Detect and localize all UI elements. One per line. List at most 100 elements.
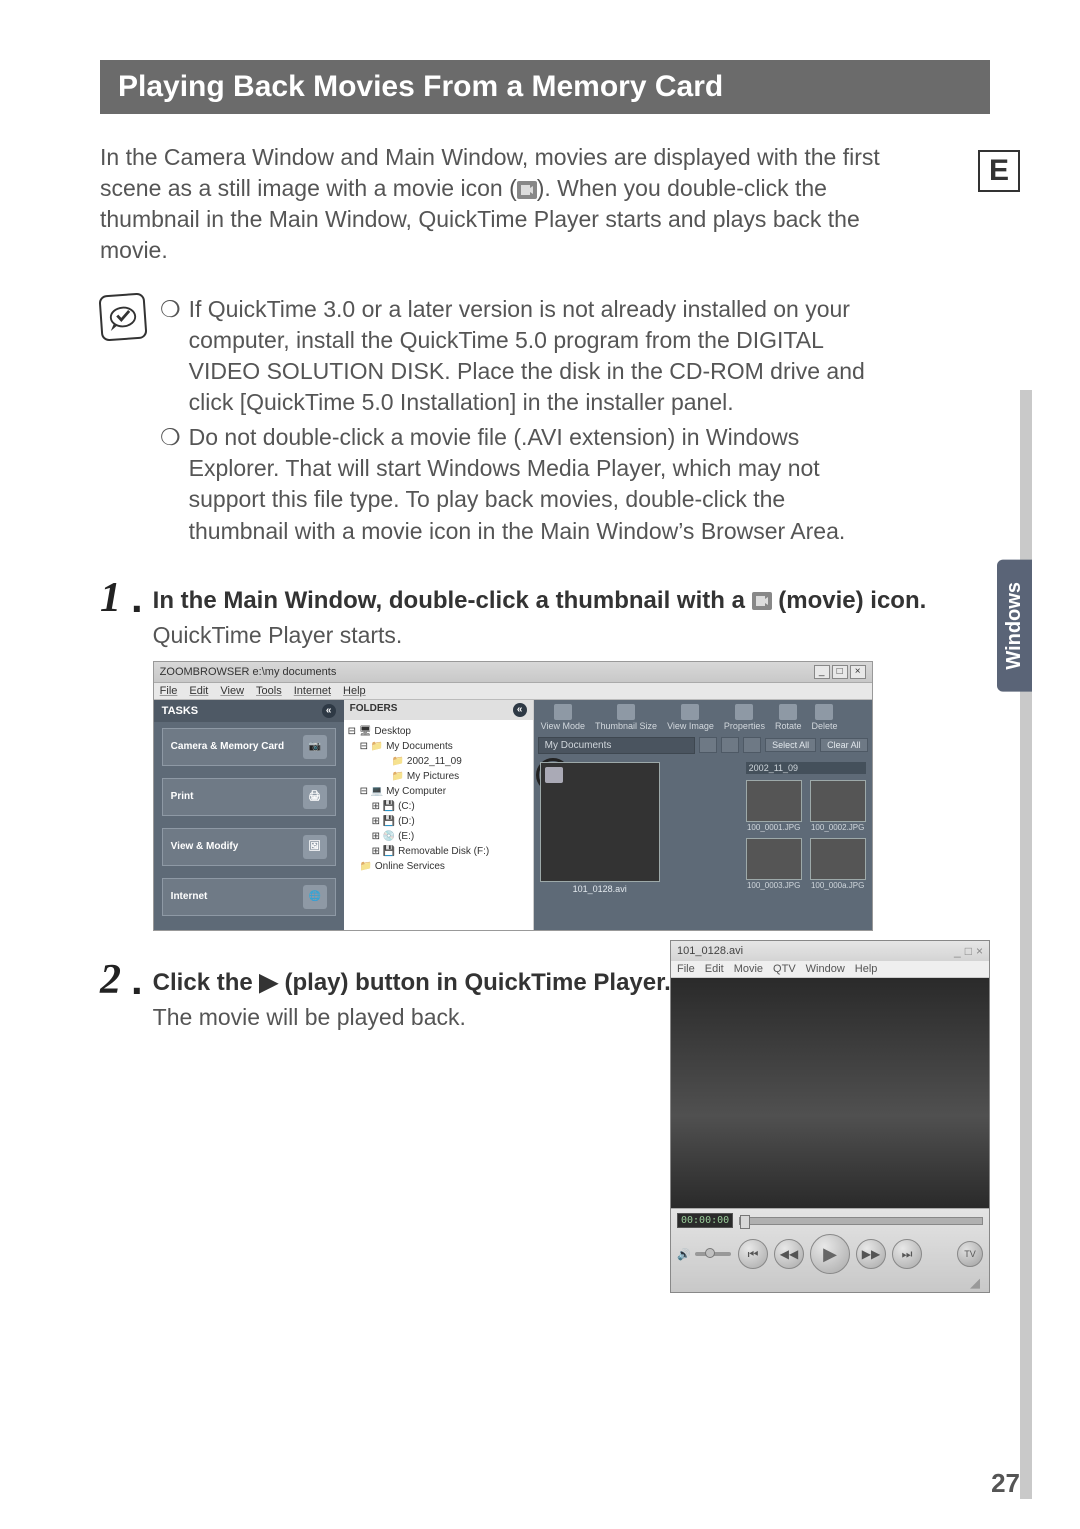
page-number: 27: [991, 1468, 1020, 1499]
close-button[interactable]: ×: [976, 944, 983, 958]
task-print-button[interactable]: Print 🖨: [162, 778, 336, 816]
folders-header: FOLDERS: [350, 703, 398, 717]
image-thumbnail[interactable]: 100_0003.JPG: [746, 838, 802, 890]
step-subtext: QuickTime Player starts.: [153, 622, 990, 649]
menu-tools[interactable]: Tools: [256, 685, 282, 697]
step-heading: In the Main Window, double-click a thumb…: [153, 585, 990, 616]
menu-edit[interactable]: Edit: [189, 685, 208, 697]
minimize-button[interactable]: _: [814, 665, 830, 679]
intro-paragraph: In the Camera Window and Main Window, mo…: [100, 142, 880, 266]
seek-slider[interactable]: [739, 1217, 983, 1225]
toolbar-view-image[interactable]: View Image: [664, 704, 717, 731]
menu-file[interactable]: File: [677, 963, 695, 975]
zoom-in-button[interactable]: [699, 737, 717, 753]
tree-node[interactable]: (D:): [398, 816, 415, 827]
window-title: 101_0128.avi: [677, 945, 743, 957]
up-button[interactable]: [743, 737, 761, 753]
window-title: ZOOMBROWSER e:\my documents: [160, 666, 337, 678]
tree-node[interactable]: 2002_11_09: [407, 756, 462, 767]
collapse-icon[interactable]: «: [322, 704, 336, 718]
rewind-start-button[interactable]: ⏮: [738, 1239, 768, 1269]
tv-button[interactable]: TV: [957, 1241, 983, 1267]
task-label: Camera & Memory Card: [171, 741, 284, 752]
tree-node[interactable]: Online Services: [375, 861, 445, 872]
tree-node[interactable]: My Pictures: [407, 771, 459, 782]
step-number: 1: [100, 577, 121, 951]
menu-internet[interactable]: Internet: [294, 685, 331, 697]
menu-qtv[interactable]: QTV: [773, 963, 796, 975]
menu-movie[interactable]: Movie: [734, 963, 763, 975]
time-display: 00:00:00: [677, 1213, 733, 1228]
tree-node[interactable]: (E:): [398, 831, 414, 842]
video-area: [671, 978, 989, 1208]
play-button[interactable]: ▶: [810, 1234, 850, 1274]
collapse-icon[interactable]: «: [513, 703, 527, 717]
language-badge: E: [978, 150, 1020, 192]
maximize-button[interactable]: □: [965, 944, 972, 958]
toolbar-rotate[interactable]: Rotate: [772, 704, 805, 731]
toolbar-properties[interactable]: Properties: [721, 704, 768, 731]
tasks-header: TASKS: [162, 705, 198, 717]
tree-node[interactable]: My Computer: [386, 786, 446, 797]
movie-icon: [752, 592, 772, 610]
image-thumbnail[interactable]: 100_0002.JPG: [810, 780, 866, 832]
thumbnail-caption: 100_000a.JPG: [810, 881, 866, 890]
zoom-out-button[interactable]: [721, 737, 739, 753]
task-label: View & Modify: [171, 841, 239, 852]
note-item: If QuickTime 3.0 or a later version is n…: [189, 294, 890, 418]
menu-help[interactable]: Help: [855, 963, 878, 975]
resize-grip[interactable]: ◢: [677, 1278, 983, 1288]
movie-icon: [517, 181, 537, 199]
thumbnail-caption: 101_0128.avi: [540, 884, 660, 894]
menu-help[interactable]: Help: [343, 685, 366, 697]
tree-node[interactable]: Removable Disk (F:): [398, 846, 489, 857]
toolbar-thumb-size[interactable]: Thumbnail Size: [592, 704, 660, 731]
select-all-button[interactable]: Select All: [765, 738, 816, 752]
task-label: Print: [171, 791, 194, 802]
close-button[interactable]: ×: [850, 665, 866, 679]
step-forward-button[interactable]: ▶▶: [856, 1239, 886, 1269]
task-internet-button[interactable]: Internet🌐: [162, 878, 336, 916]
task-camera-button[interactable]: Camera & Memory Card 📷: [162, 728, 336, 766]
section-title: Playing Back Movies From a Memory Card: [100, 60, 990, 114]
menu-window[interactable]: Window: [806, 963, 845, 975]
step-back-button[interactable]: ◀◀: [774, 1239, 804, 1269]
camera-icon: 📷: [303, 735, 327, 759]
note-item: Do not double-click a movie file (.AVI e…: [189, 422, 890, 546]
menu-bar[interactable]: File Edit View Tools Internet Help: [154, 683, 872, 700]
note-list: ❍If QuickTime 3.0 or a later version is …: [160, 294, 890, 550]
step-number: 2: [100, 959, 121, 1031]
breadcrumb: My Documents: [538, 737, 695, 754]
toolbar-view-mode[interactable]: View Mode: [538, 704, 588, 731]
quicktime-window: 101_0128.avi _ □ × File Edit Movie QTV W…: [670, 940, 990, 1293]
thumbnail-caption: 100_0003.JPG: [746, 881, 802, 890]
step-heading-text: In the Main Window, double-click a thumb…: [153, 587, 752, 614]
minimize-button[interactable]: _: [954, 944, 961, 958]
thumbnail-caption: 100_0002.JPG: [810, 823, 866, 832]
image-thumbnail[interactable]: 100_0001.JPG: [746, 780, 802, 832]
menu-view[interactable]: View: [220, 685, 244, 697]
menu-bar[interactable]: File Edit Movie QTV Window Help: [671, 961, 989, 978]
menu-file[interactable]: File: [160, 685, 178, 697]
folder-tree[interactable]: ⊟ 🖥 Desktop ⊟ 📁 My Documents 📁 2002_11_0…: [344, 720, 533, 878]
maximize-button[interactable]: □: [832, 665, 848, 679]
forward-end-button[interactable]: ⏭: [892, 1239, 922, 1269]
globe-icon: 🌐: [303, 885, 327, 909]
movie-thumbnail[interactable]: 101_0128.avi: [540, 762, 660, 924]
side-strip: [1020, 390, 1032, 1499]
step-heading-text: (movie) icon.: [772, 587, 927, 614]
note-icon: [98, 293, 147, 342]
clear-all-button[interactable]: Clear All: [820, 738, 868, 752]
tree-node[interactable]: (C:): [398, 801, 415, 812]
volume-slider[interactable]: [695, 1252, 731, 1256]
tree-node[interactable]: My Documents: [386, 741, 453, 752]
side-tab-windows: Windows: [997, 560, 1032, 692]
tree-node[interactable]: Desktop: [374, 726, 411, 737]
menu-edit[interactable]: Edit: [705, 963, 724, 975]
task-view-modify-button[interactable]: View & Modify🖼: [162, 828, 336, 866]
print-icon: 🖨: [303, 785, 327, 809]
movie-icon: [545, 767, 563, 783]
speaker-icon[interactable]: 🔊: [677, 1248, 691, 1261]
image-thumbnail[interactable]: 100_000a.JPG: [810, 838, 866, 890]
toolbar-delete[interactable]: Delete: [808, 704, 840, 731]
